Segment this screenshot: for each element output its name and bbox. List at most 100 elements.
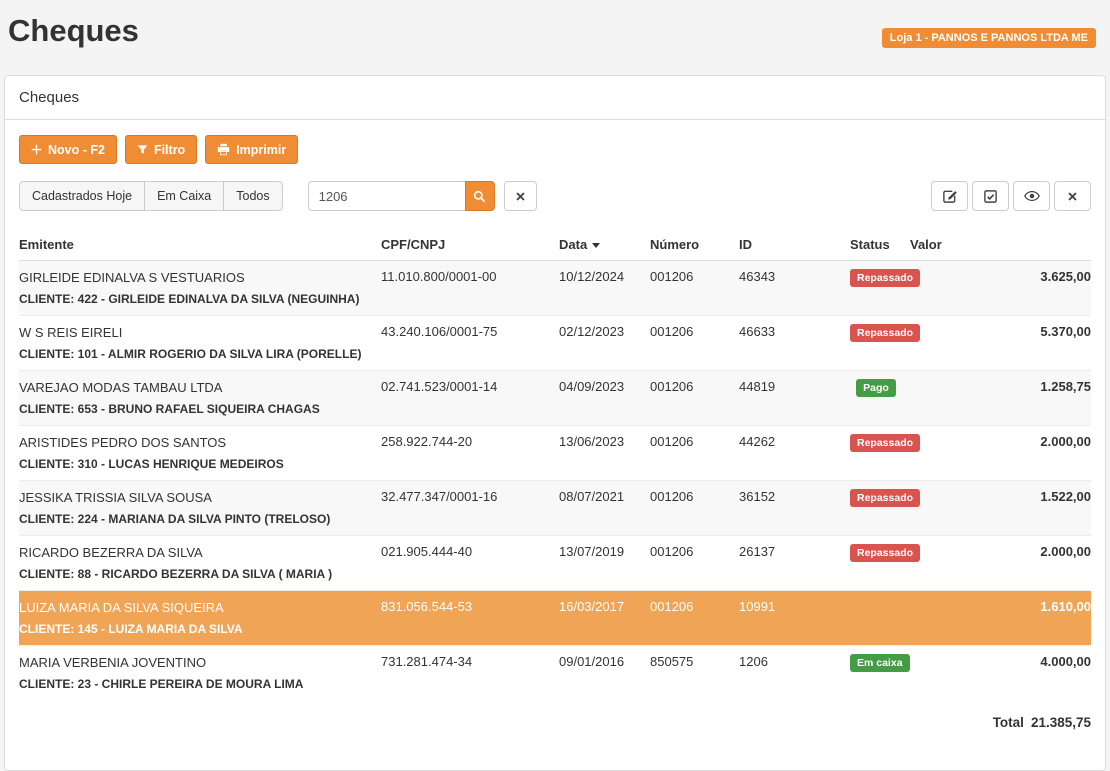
table-row[interactable]: W S REIS EIRELICLIENTE: 101 - ALMIR ROGE… — [19, 316, 1091, 371]
table-header: Emitente CPF/CNPJ Data Número ID Status … — [19, 229, 1091, 261]
cell-status — [850, 591, 910, 646]
check-square-icon — [983, 189, 998, 204]
cell-numero: 001206 — [650, 591, 739, 646]
filter-icon — [137, 144, 148, 155]
cliente-name: CLIENTE: 224 - MARIANA DA SILVA PINTO (T… — [19, 511, 373, 527]
cell-valor: 3.625,00 — [910, 261, 1091, 316]
cell-numero: 850575 — [650, 646, 739, 701]
cell-status: Pago — [850, 371, 910, 426]
x-icon — [515, 191, 526, 202]
filter-tab-em-caixa[interactable]: Em Caixa — [144, 181, 224, 211]
cell-valor: 1.258,75 — [910, 371, 1091, 426]
status-badge: Repassado — [850, 544, 920, 562]
printer-icon — [217, 143, 230, 156]
cell-cpf-cnpj: 021.905.444-40 — [381, 536, 559, 591]
cliente-name: CLIENTE: 145 - LUIZA MARIA DA SILVA — [19, 621, 373, 637]
cell-status: Repassado — [850, 261, 910, 316]
col-header-cpf-cnpj[interactable]: CPF/CNPJ — [381, 229, 559, 261]
cell-valor: 2.000,00 — [910, 426, 1091, 481]
col-header-emitente[interactable]: Emitente — [19, 229, 381, 261]
cheques-table: Emitente CPF/CNPJ Data Número ID Status … — [19, 229, 1091, 700]
cliente-name: CLIENTE: 23 - CHIRLE PEREIRA DE MOURA LI… — [19, 676, 373, 692]
plus-icon — [31, 144, 42, 155]
search-group — [308, 181, 495, 211]
cell-status: Em caixa — [850, 646, 910, 701]
cell-numero: 001206 — [650, 371, 739, 426]
cell-data: 09/01/2016 — [559, 646, 650, 701]
cell-data: 13/07/2019 — [559, 536, 650, 591]
emitente-name: ARISTIDES PEDRO DOS SANTOS — [19, 434, 373, 452]
cell-emitente: MARIA VERBENIA JOVENTINOCLIENTE: 23 - CH… — [19, 646, 381, 701]
cell-id: 46633 — [739, 316, 850, 371]
search-icon — [473, 190, 486, 203]
cliente-name: CLIENTE: 101 - ALMIR ROGERIO DA SILVA LI… — [19, 346, 373, 362]
check-square-button[interactable] — [972, 181, 1009, 211]
table-row[interactable]: JESSIKA TRISSIA SILVA SOUSA CLIENTE: 224 … — [19, 481, 1091, 536]
table-row[interactable]: MARIA VERBENIA JOVENTINOCLIENTE: 23 - CH… — [19, 646, 1091, 701]
table-row[interactable]: VAREJAO MODAS TAMBAU LTDACLIENTE: 653 - … — [19, 371, 1091, 426]
cell-data: 08/07/2021 — [559, 481, 650, 536]
filter-tab-todos[interactable]: Todos — [223, 181, 282, 211]
status-badge: Repassado — [850, 269, 920, 287]
cell-emitente: ARISTIDES PEDRO DOS SANTOSCLIENTE: 310 -… — [19, 426, 381, 481]
filter-tab-cadastrados-hoje[interactable]: Cadastrados Hoje — [19, 181, 145, 211]
cell-numero: 001206 — [650, 261, 739, 316]
table-row[interactable]: ARISTIDES PEDRO DOS SANTOSCLIENTE: 310 -… — [19, 426, 1091, 481]
search-input[interactable] — [308, 181, 466, 211]
col-header-id[interactable]: ID — [739, 229, 850, 261]
clear-search-button[interactable] — [504, 181, 537, 211]
print-button-label: Imprimir — [236, 143, 286, 157]
table-row[interactable]: RICARDO BEZERRA DA SILVACLIENTE: 88 - RI… — [19, 536, 1091, 591]
cell-data: 02/12/2023 — [559, 316, 650, 371]
col-header-valor[interactable]: Valor — [910, 229, 1091, 261]
cheques-table-body: GIRLEIDE EDINALVA S VESTUARIOSCLIENTE: 4… — [19, 261, 1091, 701]
cell-emitente: RICARDO BEZERRA DA SILVACLIENTE: 88 - RI… — [19, 536, 381, 591]
col-header-numero[interactable]: Número — [650, 229, 739, 261]
col-header-data-label: Data — [559, 237, 587, 252]
status-badge: Pago — [856, 379, 896, 397]
cell-valor: 1.610,00 — [910, 591, 1091, 646]
filter-button-label: Filtro — [154, 143, 185, 157]
cell-valor: 1.522,00 — [910, 481, 1091, 536]
search-button[interactable] — [465, 181, 495, 211]
status-badge: Em caixa — [850, 654, 910, 672]
cell-emitente: VAREJAO MODAS TAMBAU LTDACLIENTE: 653 - … — [19, 371, 381, 426]
filter-tabs: Cadastrados Hoje Em Caixa Todos — [19, 181, 283, 211]
cell-cpf-cnpj: 11.010.800/0001-00 — [381, 261, 559, 316]
page-header: Cheques Loja 1 - PANNOS E PANNOS LTDA ME — [0, 0, 1110, 75]
total-row: Total21.385,75 — [19, 700, 1091, 730]
eye-icon — [1024, 188, 1040, 204]
panel-body: Novo - F2 Filtro — [5, 120, 1105, 770]
col-header-status[interactable]: Status — [850, 229, 910, 261]
emitente-name: JESSIKA TRISSIA SILVA SOUSA — [19, 489, 373, 507]
total-value: 21.385,75 — [1031, 715, 1091, 730]
sort-desc-icon — [592, 243, 600, 248]
x-icon — [1067, 191, 1078, 202]
cell-emitente: LUIZA MARIA DA SILVA SIQUEIRA CLIENTE: 14… — [19, 591, 381, 646]
edit-button[interactable] — [931, 181, 968, 211]
emitente-name: LUIZA MARIA DA SILVA SIQUEIRA — [19, 599, 373, 617]
col-header-data[interactable]: Data — [559, 229, 650, 261]
cell-id: 36152 — [739, 481, 850, 536]
view-button[interactable] — [1013, 181, 1050, 211]
table-row[interactable]: LUIZA MARIA DA SILVA SIQUEIRA CLIENTE: 14… — [19, 591, 1091, 646]
cell-numero: 001206 — [650, 316, 739, 371]
cell-data: 04/09/2023 — [559, 371, 650, 426]
page: Cheques Loja 1 - PANNOS E PANNOS LTDA ME… — [0, 0, 1110, 751]
new-button-label: Novo - F2 — [48, 143, 105, 157]
print-button[interactable]: Imprimir — [205, 135, 298, 164]
cell-data: 13/06/2023 — [559, 426, 650, 481]
table-row[interactable]: GIRLEIDE EDINALVA S VESTUARIOSCLIENTE: 4… — [19, 261, 1091, 316]
remove-button[interactable] — [1054, 181, 1091, 211]
cell-status: Repassado — [850, 426, 910, 481]
emitente-name: GIRLEIDE EDINALVA S VESTUARIOS — [19, 269, 373, 287]
cell-cpf-cnpj: 258.922.744-20 — [381, 426, 559, 481]
cell-status: Repassado — [850, 536, 910, 591]
new-button[interactable]: Novo - F2 — [19, 135, 117, 164]
filter-button[interactable]: Filtro — [125, 135, 197, 164]
page-title: Cheques — [8, 13, 139, 49]
cell-cpf-cnpj: 02.741.523/0001-14 — [381, 371, 559, 426]
cheques-panel: Cheques Novo - F2 Filtro — [4, 75, 1106, 771]
toolbar: Novo - F2 Filtro — [19, 135, 1091, 164]
cell-numero: 001206 — [650, 426, 739, 481]
